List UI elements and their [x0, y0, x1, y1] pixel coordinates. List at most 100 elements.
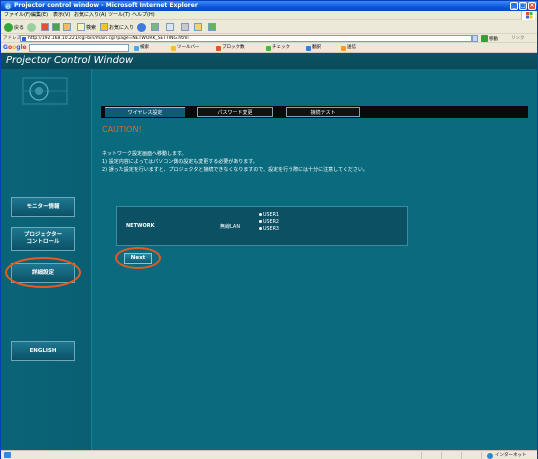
media-button[interactable]: [137, 22, 146, 32]
stop-icon: [41, 23, 49, 31]
svg-text:e: e: [6, 3, 10, 11]
tab-label: パスワード変更: [217, 110, 253, 116]
mail-icon: [166, 23, 174, 31]
title-bar: e Projector control window - Microsoft I…: [1, 1, 537, 11]
favorites-button[interactable]: お気に入り: [100, 22, 134, 32]
search-button[interactable]: 検索: [77, 22, 96, 32]
sidebar: モニター情報 プロジェクター コントロール 詳細設定 ENGLISH: [1, 69, 91, 450]
address-bar: アドレス(D) http://192.168.10.221/cgi-bin/ma…: [1, 34, 537, 43]
search-label: 検索: [86, 24, 97, 31]
home-icon: [63, 23, 71, 31]
translate-label: 翻訳: [312, 45, 321, 50]
links-label[interactable]: リンク: [511, 35, 525, 42]
refresh-button[interactable]: [52, 22, 60, 32]
menu-favorites[interactable]: お気に入り(A): [74, 12, 106, 19]
globe-icon: [487, 452, 493, 459]
tab-password-change[interactable]: パスワード変更: [197, 107, 273, 117]
google-search-input[interactable]: [29, 44, 129, 52]
status-divider: [441, 452, 442, 459]
message-line: 1) 設定内容によってはパソコン側の設定も変更する必要があります。: [102, 159, 258, 165]
google-logo: Google: [3, 44, 27, 51]
windows-logo-icon: [521, 11, 535, 20]
ie-icon: e: [4, 2, 12, 10]
menu-tools[interactable]: ツール(T): [108, 12, 130, 19]
status-divider: [461, 452, 462, 459]
window-title: Projector control window - Microsoft Int…: [14, 2, 198, 9]
page-icon: [22, 37, 26, 41]
menu-help[interactable]: ヘルプ(H): [132, 12, 155, 19]
google-search-label: 検索: [140, 45, 149, 50]
close-button[interactable]: ×: [528, 2, 536, 10]
address-input[interactable]: http://192.168.10.221/cgi-bin/main.cgi?p…: [20, 35, 472, 42]
projector-logo-icon: [22, 77, 68, 105]
main-content: ワイヤレス設定 パスワード変更 接続テスト CAUTION! ネットワーク設定画…: [91, 69, 537, 450]
send-label: 送信: [347, 45, 356, 50]
page-viewport: Projector Control Window モニター情報 プロジェクター …: [1, 53, 537, 450]
print-icon: [181, 23, 189, 31]
history-button[interactable]: [151, 22, 159, 32]
tab-label: 接続テスト: [310, 110, 336, 116]
address-dropdown-icon[interactable]: [472, 35, 478, 42]
tab-connection-test[interactable]: 接続テスト: [286, 107, 360, 117]
network-type: 無線LAN: [220, 224, 241, 230]
go-label: 移動: [489, 36, 498, 42]
security-zone: インターネット: [487, 452, 527, 459]
address-url: http://192.168.10.221/cgi-bin/main.cgi?p…: [28, 36, 189, 41]
menu-file[interactable]: ファイル(F): [4, 12, 31, 19]
stop-button[interactable]: [41, 22, 49, 32]
network-label: NETWORK: [126, 223, 155, 229]
forward-button[interactable]: [27, 22, 36, 32]
check-label: チェック: [272, 45, 290, 50]
mail-button[interactable]: [166, 22, 174, 32]
menu-edit[interactable]: 編集(E): [31, 12, 48, 19]
tab-label: ワイヤレス設定: [127, 110, 163, 116]
star-icon: [171, 45, 176, 51]
home-button[interactable]: [63, 22, 71, 32]
page-done-icon: [4, 452, 11, 458]
forward-arrow-icon: [27, 22, 36, 32]
back-arrow-icon: [4, 22, 13, 32]
edit-icon: [194, 23, 202, 31]
translate-icon: [306, 45, 311, 51]
translate-button[interactable]: 翻訳: [306, 44, 321, 52]
discuss-button[interactable]: [208, 22, 216, 32]
favorites-star-icon: [100, 23, 108, 31]
tab-wireless-settings[interactable]: ワイヤレス設定: [105, 107, 185, 117]
maximize-button[interactable]: □: [519, 2, 527, 10]
google-toolbar-button[interactable]: ツールバー: [171, 44, 200, 52]
history-icon: [151, 23, 159, 31]
check-button[interactable]: チェック: [266, 44, 290, 52]
browser-window: e Projector control window - Microsoft I…: [0, 0, 538, 459]
standard-toolbar: 戻る 検索 お気に入り: [1, 20, 537, 34]
sidebar-item-monitor-info[interactable]: モニター情報: [11, 197, 75, 217]
zone-label: インターネット: [495, 453, 527, 458]
print-button[interactable]: [181, 22, 189, 32]
sidebar-item-projector-control[interactable]: プロジェクター コントロール: [11, 227, 75, 251]
google-search-icon: [134, 45, 139, 51]
user-option-1[interactable]: USER1: [259, 213, 279, 219]
message-line: 2) 誤った設定を行いますと、プロジェクタと接続できなくなりますので、設定を行う…: [102, 167, 368, 173]
menu-bar: ファイル(F) 編集(E) 表示(V) お気に入り(A) ツール(T) ヘルプ(…: [1, 11, 537, 20]
user-option-3[interactable]: USER3: [259, 227, 279, 233]
back-button[interactable]: 戻る: [4, 22, 24, 32]
google-search-button[interactable]: 検索: [134, 44, 149, 52]
user-option-2[interactable]: USER2: [259, 220, 279, 226]
caution-title: CAUTION!: [102, 125, 142, 134]
sidebar-item-label: ENGLISH: [29, 347, 57, 354]
refresh-icon: [52, 23, 60, 31]
tab-bar: ワイヤレス設定 パスワード変更 接続テスト: [101, 106, 528, 118]
go-arrow-icon: [481, 35, 488, 42]
menu-view[interactable]: 表示(V): [53, 12, 70, 19]
status-divider: [481, 452, 482, 459]
minimize-button[interactable]: _: [510, 2, 518, 10]
sidebar-item-label: モニター情報: [26, 203, 60, 210]
sidebar-item-english[interactable]: ENGLISH: [11, 341, 75, 361]
send-button[interactable]: 送信: [341, 44, 356, 52]
edit-button[interactable]: [194, 22, 202, 32]
go-button[interactable]: 移動: [481, 35, 498, 42]
status-divider: [421, 452, 422, 459]
check-icon: [266, 45, 271, 51]
popup-blocker-button[interactable]: ブロック数: [216, 44, 245, 52]
status-bar: インターネット: [1, 450, 537, 459]
highlight-oval-next: [115, 247, 161, 269]
